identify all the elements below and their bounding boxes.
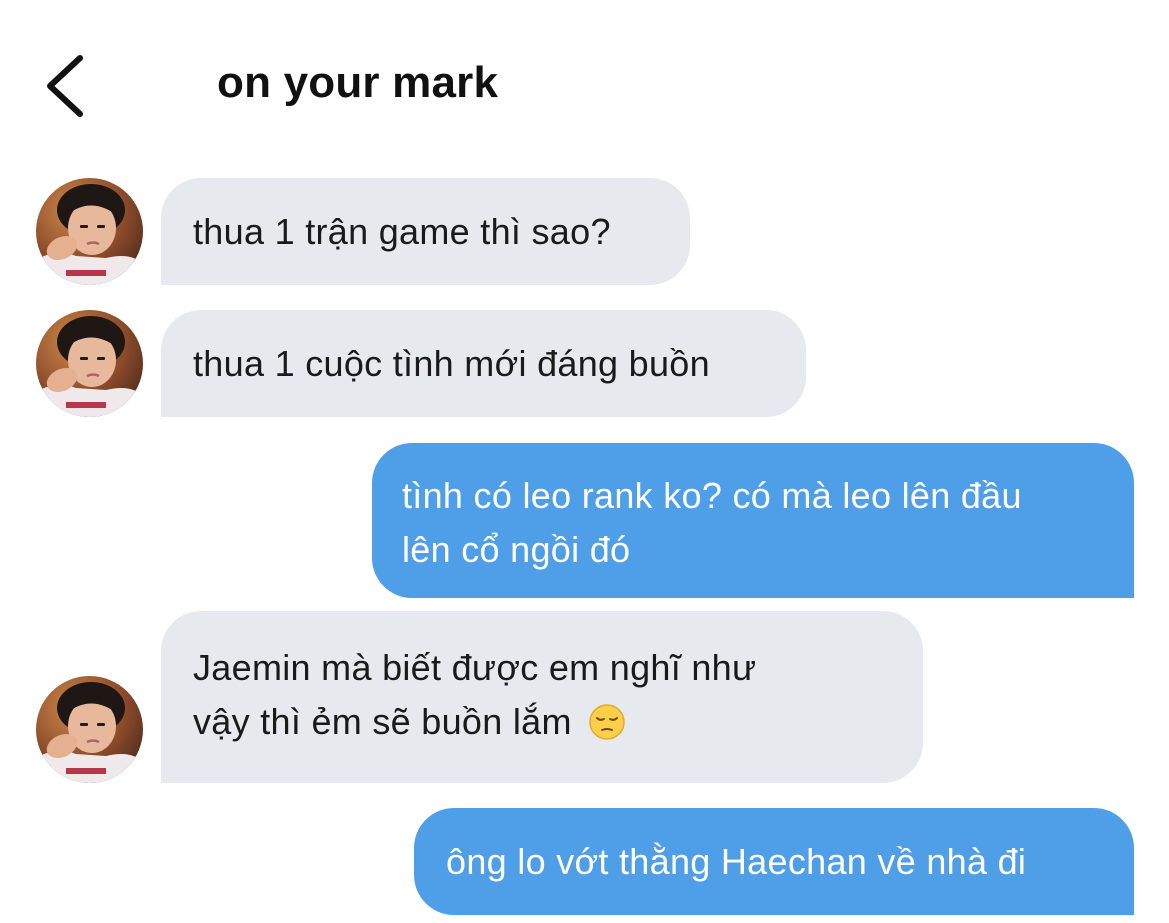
incoming-message-bubble[interactable]: thua 1 trận game thì sao? (161, 178, 690, 285)
incoming-message-bubble[interactable]: Jaemin mà biết được em nghĩ như vậy thì … (161, 611, 923, 783)
outgoing-message-bubble[interactable]: ông lo vớt thằng Haechan về nhà đi (414, 808, 1134, 915)
incoming-message-bubble[interactable]: thua 1 cuộc tình mới đáng buồn (161, 310, 806, 417)
message-text-line: Jaemin mà biết được em nghĩ như (193, 647, 757, 688)
pensive-face-emoji-icon (589, 704, 625, 740)
message-text: thua 1 cuộc tình mới đáng buồn (193, 343, 710, 384)
message-text-line: lên cổ ngồi đó (402, 529, 631, 570)
outgoing-message-bubble[interactable]: tình có leo rank ko? có mà leo lên đầu l… (372, 443, 1134, 598)
chat-header: on your mark (0, 0, 1169, 150)
chevron-left-icon (47, 55, 83, 117)
message-text-line-with-emoji: vậy thì ẻm sẽ buồn lắm (193, 695, 891, 749)
message-text-line: vậy thì ẻm sẽ buồn lắm (193, 701, 572, 742)
back-button[interactable] (30, 48, 100, 124)
message-text: thua 1 trận game thì sao? (193, 211, 611, 252)
conversation-title: on your mark (217, 58, 499, 107)
avatar[interactable] (36, 178, 143, 285)
avatar[interactable] (36, 676, 143, 783)
avatar[interactable] (36, 310, 143, 417)
message-text-line: tình có leo rank ko? có mà leo lên đầu (402, 475, 1022, 516)
message-text: ông lo vớt thằng Haechan về nhà đi (446, 841, 1027, 882)
